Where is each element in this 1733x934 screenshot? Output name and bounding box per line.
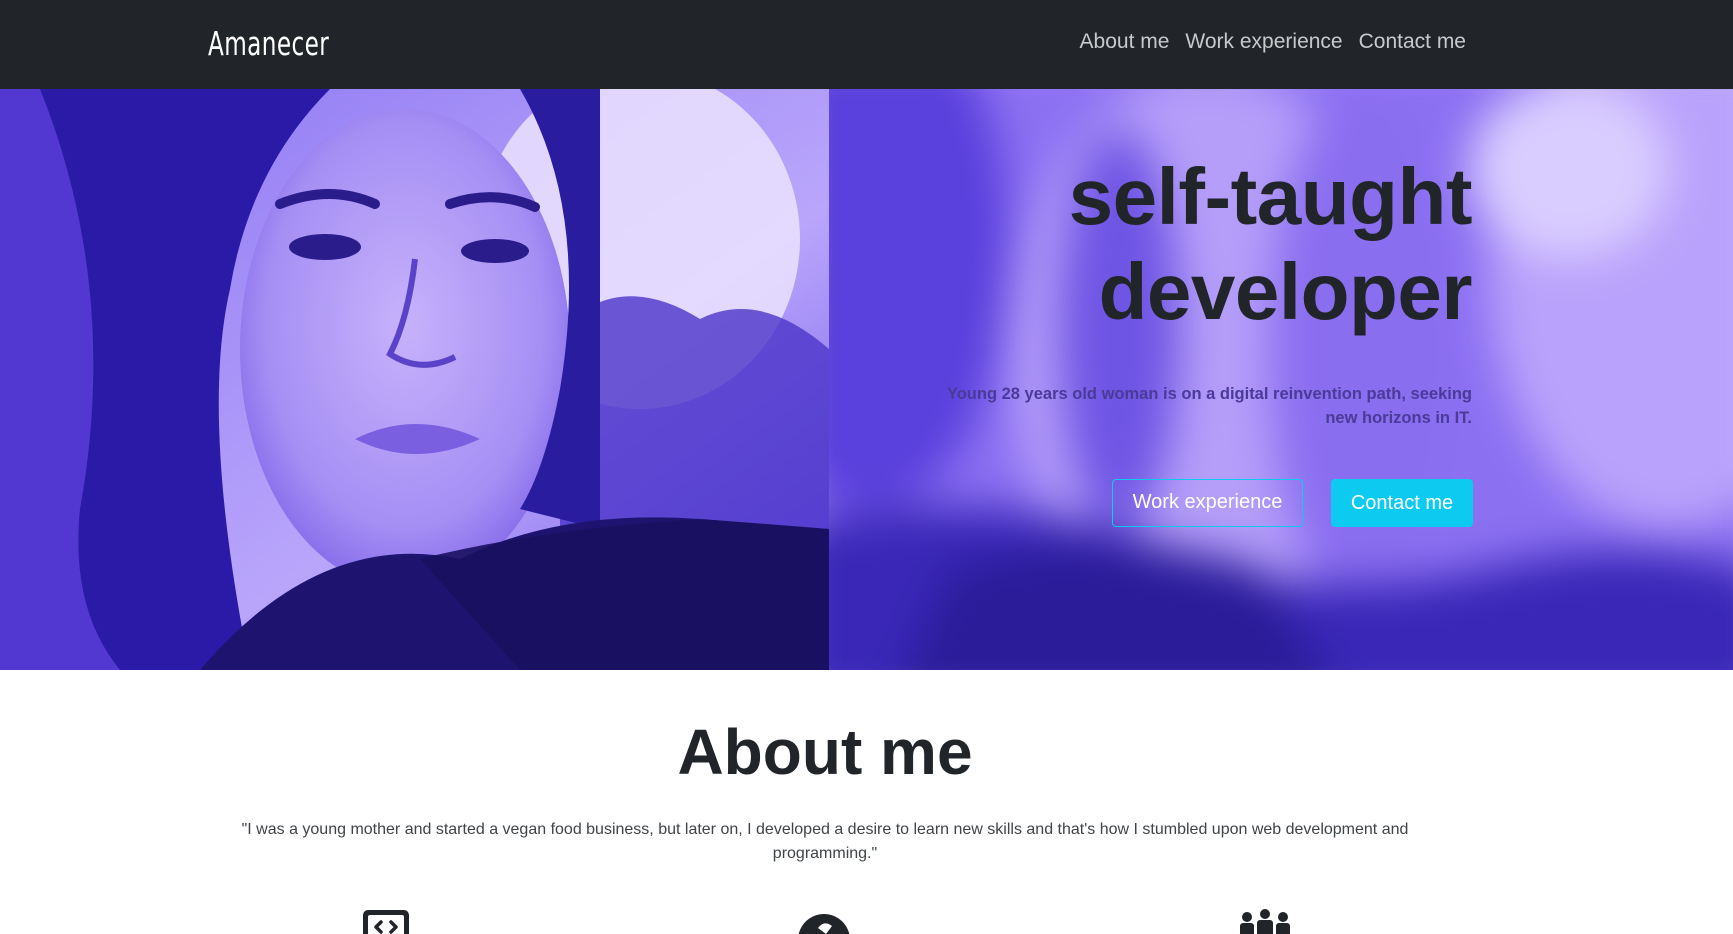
circle-badge-icon bbox=[797, 904, 851, 934]
brand-logo[interactable]: Amanecer bbox=[208, 24, 329, 63]
hero-photo-left bbox=[0, 89, 829, 670]
hero-title: self-taught developer bbox=[772, 149, 1473, 339]
hero-title-line1: self-taught bbox=[1068, 152, 1473, 241]
navbar: Amanecer About me Work experience Contac… bbox=[0, 0, 1733, 89]
hero-subtitle-line2: new horizons in IT. bbox=[1325, 409, 1472, 427]
about-quote-line1: "I was a young mother and started a vega… bbox=[241, 821, 1409, 838]
nav-link-work[interactable]: Work experience bbox=[1185, 30, 1342, 54]
about-quote: "I was a young mother and started a vega… bbox=[210, 818, 1440, 866]
work-experience-button[interactable]: Work experience bbox=[1112, 479, 1303, 527]
nav-link-about[interactable]: About me bbox=[1080, 30, 1170, 54]
hero-section: self-taught developer Young 28 years old… bbox=[0, 89, 1733, 670]
hero-subtitle-line1: Young 28 years old woman is on a digital… bbox=[946, 385, 1472, 403]
team-icon bbox=[1237, 904, 1291, 934]
hero-subtitle: Young 28 years old woman is on a digital… bbox=[912, 382, 1472, 430]
about-title: About me bbox=[677, 716, 973, 788]
about-quote-line2: programming." bbox=[772, 845, 878, 862]
code-icon bbox=[359, 904, 413, 934]
hero-title-line2: developer bbox=[1098, 247, 1473, 336]
contact-me-button[interactable]: Contact me bbox=[1331, 479, 1473, 527]
nav-links: About me Work experience Contact me bbox=[1080, 30, 1466, 54]
nav-link-contact[interactable]: Contact me bbox=[1359, 30, 1466, 54]
